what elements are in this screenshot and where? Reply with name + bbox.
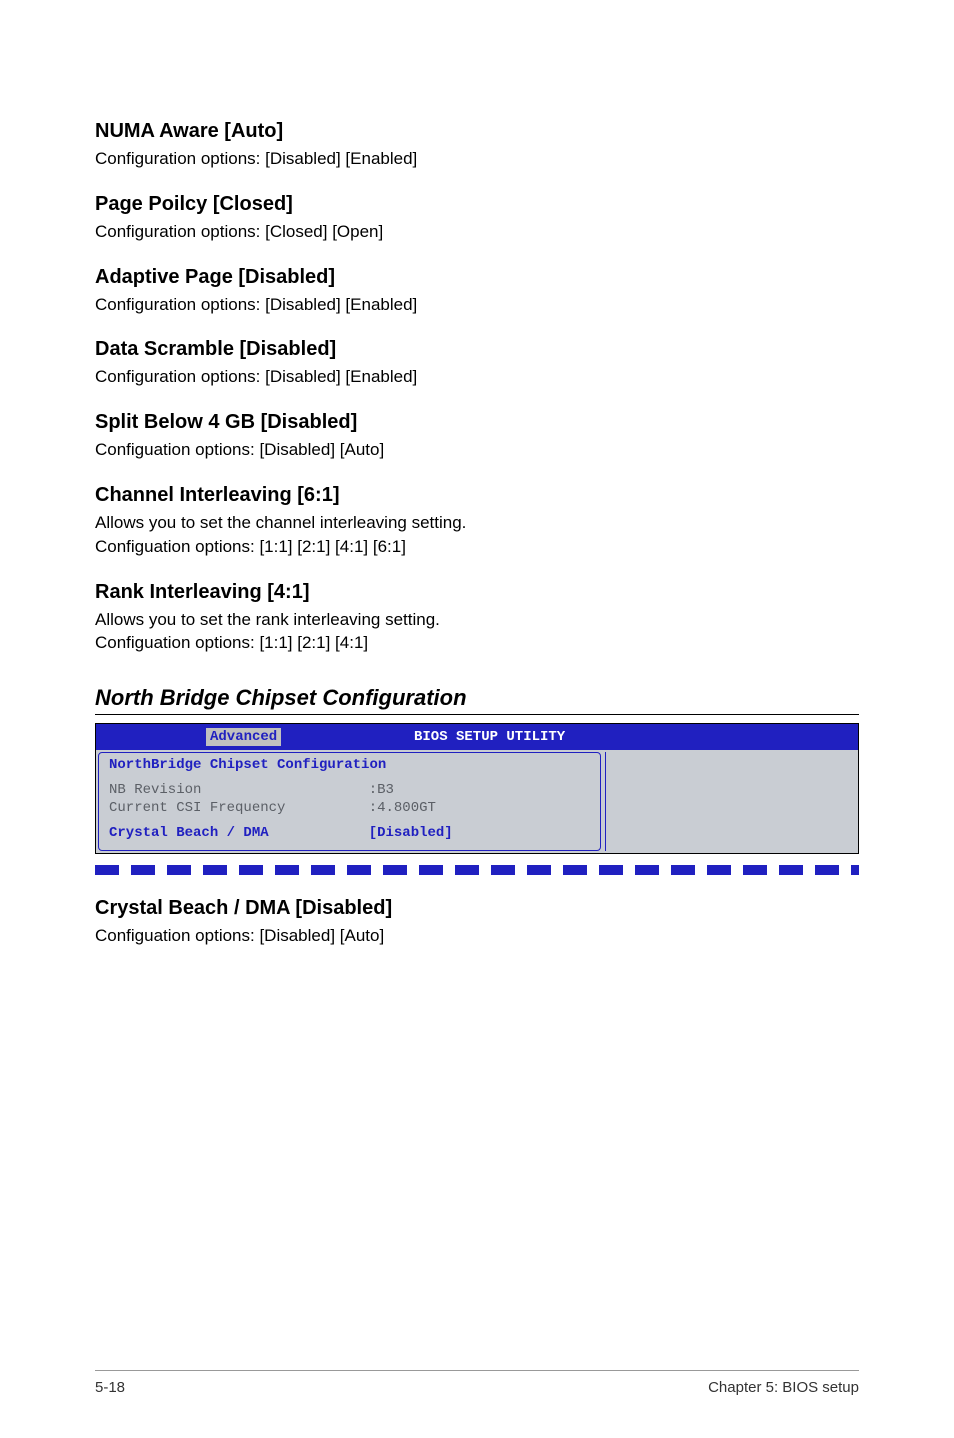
channel-heading: Channel Interleaving [6:1] — [95, 484, 859, 507]
bios-label-crystal: Crystal Beach / DMA — [109, 824, 369, 842]
crystal-body: Configuation options: [Disabled] [Auto] — [95, 924, 859, 948]
adaptive-heading: Adaptive Page [Disabled] — [95, 266, 859, 289]
page-policy-heading: Page Poilcy [Closed] — [95, 193, 859, 216]
bios-right-panel — [605, 752, 856, 851]
channel-body2: Configuation options: [1:1] [2:1] [4:1] … — [95, 535, 859, 559]
bios-value-csi: :4.800GT — [369, 799, 590, 817]
page-footer: 5-18 Chapter 5: BIOS setup — [95, 1370, 859, 1396]
adaptive-body: Configuration options: [Disabled] [Enabl… — [95, 293, 859, 317]
bios-value-nb: :B3 — [369, 781, 590, 799]
crystal-heading: Crystal Beach / DMA [Disabled] — [95, 897, 859, 920]
scramble-heading: Data Scramble [Disabled] — [95, 338, 859, 361]
numa-body: Configuration options: [Disabled] [Enabl… — [95, 147, 859, 171]
page-policy-body: Configuration options: [Closed] [Open] — [95, 220, 859, 244]
rank-body1: Allows you to set the rank interleaving … — [95, 608, 859, 632]
bios-panel: NorthBridge Chipset Configuration NB Rev… — [98, 752, 601, 851]
bios-row-nb-revision: NB Revision :B3 — [109, 781, 590, 799]
channel-body1: Allows you to set the channel interleavi… — [95, 511, 859, 535]
split-body: Configuation options: [Disabled] [Auto] — [95, 438, 859, 462]
bios-title: BIOS SETUP UTILITY — [121, 729, 858, 745]
footer-page-number: 5-18 — [95, 1379, 125, 1396]
bios-screenshot: Advanced BIOS SETUP UTILITY NorthBridge … — [95, 723, 859, 854]
footer-chapter: Chapter 5: BIOS setup — [708, 1379, 859, 1396]
bios-divider — [95, 865, 859, 875]
scramble-body: Configuration options: [Disabled] [Enabl… — [95, 365, 859, 389]
rank-body2: Configuation options: [1:1] [2:1] [4:1] — [95, 631, 859, 655]
bios-value-crystal: [Disabled] — [369, 824, 590, 842]
split-heading: Split Below 4 GB [Disabled] — [95, 411, 859, 434]
north-bridge-heading: North Bridge Chipset Configuration — [95, 685, 859, 715]
bios-subtitle: NorthBridge Chipset Configuration — [109, 757, 590, 773]
bios-row-csi: Current CSI Frequency :4.800GT — [109, 799, 590, 817]
bios-label-csi: Current CSI Frequency — [109, 799, 369, 817]
rank-heading: Rank Interleaving [4:1] — [95, 581, 859, 604]
bios-header: Advanced BIOS SETUP UTILITY — [96, 724, 858, 750]
numa-heading: NUMA Aware [Auto] — [95, 120, 859, 143]
bios-label-nb: NB Revision — [109, 781, 369, 799]
bios-row-crystal: Crystal Beach / DMA [Disabled] — [109, 824, 590, 842]
bios-body: NorthBridge Chipset Configuration NB Rev… — [96, 750, 858, 853]
